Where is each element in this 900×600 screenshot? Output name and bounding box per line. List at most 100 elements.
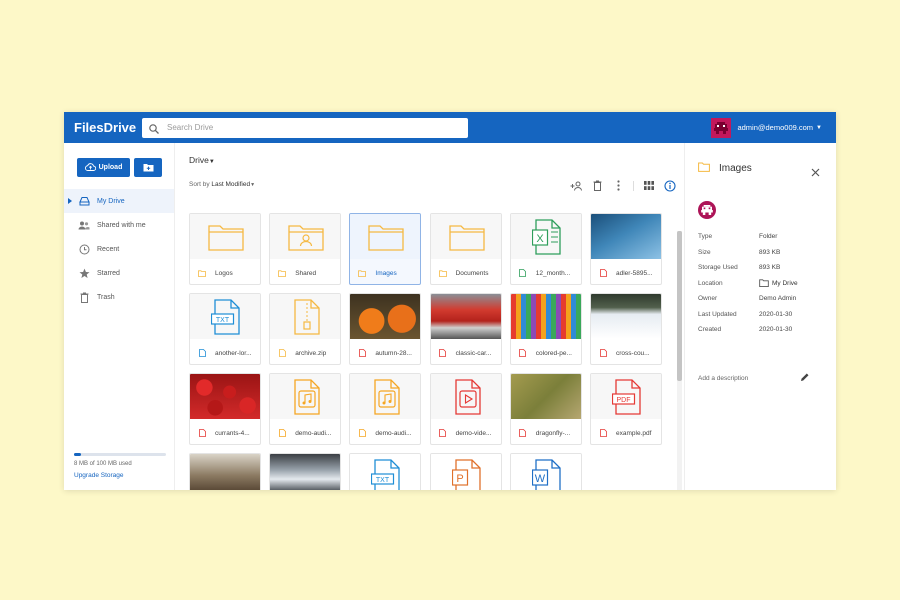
sort-prefix: Sort by xyxy=(189,181,210,188)
file-card[interactable] xyxy=(189,453,261,490)
sidebar-item-starred[interactable]: Starred xyxy=(64,261,174,285)
file-card[interactable]: PDF example.pdf xyxy=(590,373,662,445)
file-caption: dragonfly-... xyxy=(511,420,581,444)
file-name: classic-car... xyxy=(455,349,492,357)
sidebar-item-trash[interactable]: Trash xyxy=(64,285,174,309)
image-thumbnail xyxy=(510,294,581,339)
account-menu[interactable]: admin@demo009.com ▼ xyxy=(711,117,822,138)
file-card[interactable]: autumn-28... xyxy=(349,293,422,365)
more-vert-icon[interactable] xyxy=(612,179,625,192)
word-icon: W xyxy=(510,454,581,490)
audio-icon xyxy=(350,374,421,419)
upload-button[interactable]: Upload xyxy=(77,158,130,177)
file-card[interactable]: X 12_month... xyxy=(509,213,582,285)
owner-avatar xyxy=(698,201,716,219)
folder-small-icon xyxy=(358,269,367,277)
svg-text:P: P xyxy=(456,473,463,485)
file-card[interactable]: W xyxy=(509,453,582,490)
file-card[interactable]: TXT another-lor... xyxy=(189,293,261,365)
sidebar-nav: My Drive Shared with me Recent Starred T… xyxy=(64,189,174,309)
sidebar-item-label: Trash xyxy=(97,293,115,301)
file-caption: Images xyxy=(350,260,420,284)
file-card[interactable]: colored-pe... xyxy=(509,293,582,365)
new-folder-button[interactable] xyxy=(134,158,162,177)
file-name: another-lor... xyxy=(215,349,252,357)
file-caption: classic-car... xyxy=(431,340,501,364)
prop-value[interactable]: My Drive xyxy=(759,279,798,288)
prop-key: Last Updated xyxy=(698,310,737,318)
image-thumbnail xyxy=(190,374,260,419)
file-caption: 12_month... xyxy=(511,260,581,284)
sidebar-item-recent[interactable]: Recent xyxy=(64,237,174,261)
file-card[interactable]: adler-5895... xyxy=(590,213,662,285)
cloud-upload-icon xyxy=(84,162,96,173)
close-icon[interactable] xyxy=(811,164,820,182)
trash-icon xyxy=(78,291,90,303)
file-small-icon xyxy=(198,429,206,437)
storage-bar-fill xyxy=(74,453,82,456)
file-card[interactable]: demo-audi... xyxy=(269,373,342,445)
image-thumbnail xyxy=(350,294,421,339)
prop-size: Size 893 KB xyxy=(698,245,828,261)
file-caption: autumn-28... xyxy=(350,340,420,364)
file-small-icon xyxy=(278,349,286,357)
folder-icon xyxy=(430,214,501,259)
breadcrumb[interactable]: Drive▼ xyxy=(189,155,215,165)
file-card[interactable]: classic-car... xyxy=(429,293,502,365)
file-card[interactable]: archive.zip xyxy=(269,293,342,365)
file-card[interactable]: dragonfly-... xyxy=(509,373,582,445)
folder-card[interactable]: Documents xyxy=(429,213,502,285)
folder-shared-icon xyxy=(270,214,341,259)
grid-view-icon[interactable] xyxy=(642,179,655,192)
account-email: admin@demo009.com xyxy=(737,123,814,132)
edit-pencil-icon[interactable] xyxy=(800,372,810,384)
scrollbar[interactable] xyxy=(677,231,682,490)
file-small-icon xyxy=(599,269,607,277)
sidebar-item-label: My Drive xyxy=(97,197,125,205)
folder-card[interactable]: Shared xyxy=(269,213,342,285)
prop-key: Owner xyxy=(698,295,718,303)
scrollbar-thumb[interactable] xyxy=(677,231,682,381)
file-name: dragonfly-... xyxy=(535,429,571,437)
search-input[interactable] xyxy=(167,123,447,132)
info-icon[interactable] xyxy=(663,179,676,192)
file-card[interactable]: P xyxy=(429,453,502,490)
description-field[interactable]: Add a description xyxy=(698,372,810,384)
toolbar xyxy=(570,179,676,192)
search-box[interactable] xyxy=(142,117,468,138)
file-card[interactable]: cross-cou... xyxy=(590,293,662,365)
app-logo[interactable]: FilesDrive xyxy=(74,120,142,135)
file-card[interactable]: TXT xyxy=(349,453,422,490)
clock-icon xyxy=(78,243,90,255)
folder-card[interactable]: Images xyxy=(349,213,422,285)
app-window: FilesDrive admin@demo009.com ▼ Upload xyxy=(64,112,836,490)
file-card[interactable]: demo-audi... xyxy=(349,373,422,445)
prop-key: Size xyxy=(698,248,711,256)
prop-location: Location My Drive xyxy=(698,276,828,292)
file-name: Shared xyxy=(295,269,317,277)
share-icon[interactable] xyxy=(570,179,583,192)
delete-icon[interactable] xyxy=(591,179,604,192)
prop-value: 2020-01-30 xyxy=(759,310,793,318)
prop-value: 2020-01-30 xyxy=(759,326,793,334)
sort-selector[interactable]: Sort by Last Modified▼ xyxy=(189,181,255,188)
file-name: demo-vide... xyxy=(455,429,492,437)
sidebar-item-my-drive[interactable]: My Drive xyxy=(64,189,174,213)
video-icon xyxy=(430,374,501,419)
file-name: colored-pe... xyxy=(535,349,572,357)
image-thumbnail xyxy=(591,214,661,259)
sidebar-item-shared[interactable]: Shared with me xyxy=(64,213,174,237)
file-small-icon xyxy=(599,429,607,437)
file-small-icon xyxy=(198,349,206,357)
file-card[interactable]: demo-vide... xyxy=(429,373,502,445)
image-thumbnail xyxy=(430,294,501,339)
file-name: example.pdf xyxy=(616,429,652,437)
file-small-icon xyxy=(278,429,286,437)
txt-icon: TXT xyxy=(190,294,260,339)
file-card[interactable] xyxy=(269,453,342,490)
upgrade-storage-link[interactable]: Upgrade Storage xyxy=(74,472,166,479)
folder-card[interactable]: Logos xyxy=(189,213,261,285)
file-card[interactable]: currants-4... xyxy=(189,373,261,445)
image-thumbnail xyxy=(190,454,260,490)
file-small-icon xyxy=(519,269,527,277)
